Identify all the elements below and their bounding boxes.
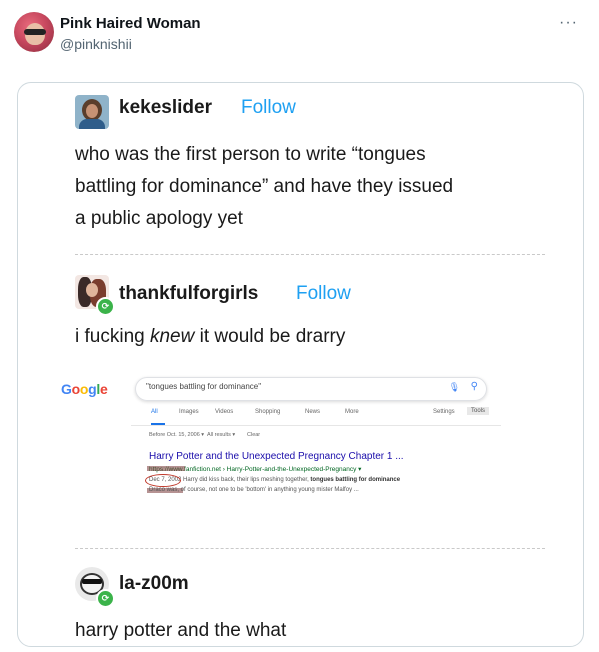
reblog-icon: ⟳ (96, 589, 115, 608)
post-divider (75, 254, 545, 255)
google-snippet-line-2: Draco was, of course, not one to be 'bot… (149, 487, 359, 493)
follow-button-thankfulforgirls: Follow (296, 283, 351, 304)
post-text-segment: it would be drarry (194, 326, 346, 347)
more-icon[interactable]: ··· (559, 14, 578, 32)
google-filter-results: All results ▾ (207, 432, 236, 438)
scribble-mark (147, 466, 185, 471)
post-text-line: who was the first person to write “tongu… (75, 144, 426, 165)
google-tools: Tools (467, 407, 490, 415)
google-tabs: All Images Videos Shopping News More Set… (149, 407, 499, 423)
search-icon: ⚲ (470, 381, 478, 392)
google-result-title: Harry Potter and the Unexpected Pregnanc… (149, 451, 404, 462)
post-text-segment: i fucking (75, 326, 150, 347)
google-search-screenshot: Google "tongues battling for dominance" … (61, 375, 531, 525)
circle-annotation (145, 474, 181, 487)
google-search-box: "tongues battling for dominance" 🎙 ⚲ (135, 377, 487, 401)
google-tab-more: More (345, 409, 359, 415)
kekeslider-username: kekeslider (119, 97, 212, 118)
google-tab-shopping: Shopping (255, 409, 281, 415)
post-text-emphasis: knew (149, 326, 195, 347)
tweet-header: Pink Haired Woman @pinknishii ··· (14, 10, 584, 60)
google-snippet-line-1: Dec 7, 2002 Harry did kiss back, their l… (149, 477, 400, 483)
snippet-text: Harry did kiss back, their lips meshing … (183, 477, 311, 483)
google-tab-news: News (305, 409, 321, 415)
reblog-icon: ⟳ (96, 297, 115, 316)
google-tab-videos: Videos (215, 409, 234, 415)
thankfulforgirls-username: thankfulforgirls (119, 283, 259, 304)
google-tab-all: All (151, 409, 158, 415)
media-image[interactable]: kekeslider Follow who was the first pers… (17, 82, 584, 647)
google-settings: Settings (433, 409, 455, 415)
google-filter-clear: Clear (247, 432, 261, 438)
google-query: "tongues battling for dominance" (146, 382, 262, 391)
post-text-3: harry potter and the what (75, 620, 287, 641)
tab-divider (131, 425, 501, 426)
snippet-highlight: tongues battling for dominance (310, 477, 401, 483)
post-divider (75, 548, 545, 549)
la-z00m-username: la-z00m (119, 573, 189, 594)
follow-button-kekeslider: Follow (241, 97, 296, 118)
google-filter-date: Before Oct. 15, 2006 ▾ (149, 432, 205, 438)
google-logo: Google (61, 381, 108, 397)
author-handle[interactable]: @pinknishii (60, 36, 132, 52)
mic-icon: 🎙 (448, 382, 460, 392)
kekeslider-avatar (75, 95, 109, 129)
author-display-name[interactable]: Pink Haired Woman (60, 15, 201, 32)
post-text-1: who was the first person to write “tongu… (75, 139, 555, 235)
google-tab-images: Images (179, 409, 199, 415)
post-text-2: i fucking knew it would be drarry (75, 321, 555, 353)
post-text-line: a public apology yet (75, 208, 243, 229)
author-avatar[interactable] (14, 12, 54, 52)
post-text-line: battling for dominance” and have they is… (75, 176, 454, 197)
